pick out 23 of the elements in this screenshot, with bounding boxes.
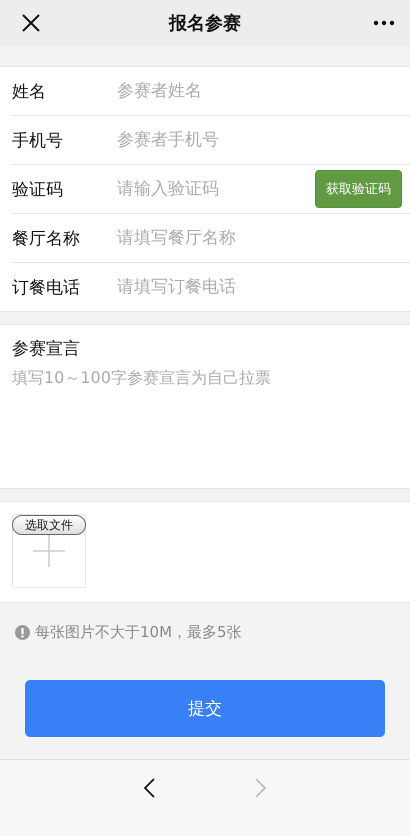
more-icon[interactable] bbox=[373, 20, 395, 26]
field-label: 验证码 bbox=[12, 178, 64, 200]
declaration-label: 参赛宣言 bbox=[12, 338, 81, 360]
field-label: 餐厅名称 bbox=[12, 228, 81, 250]
choose-file-button[interactable]: 选取文件 bbox=[12, 515, 86, 535]
warning-icon bbox=[15, 625, 30, 640]
submit-button[interactable]: 提交 bbox=[25, 680, 385, 737]
upload-tile[interactable]: 选取文件 bbox=[12, 514, 86, 588]
declaration-panel[interactable]: 参赛宣言 填写10～100字参赛宣言为自己拉票 bbox=[0, 324, 410, 489]
field-label: 手机号 bbox=[12, 130, 64, 152]
input-field[interactable]: 请输入验证码 bbox=[117, 179, 315, 199]
declaration-field[interactable]: 填写10～100字参赛宣言为自己拉票 bbox=[12, 368, 398, 476]
close-icon[interactable] bbox=[21, 13, 41, 33]
input-field[interactable]: 请填写订餐电话 bbox=[117, 277, 402, 297]
plus-icon bbox=[33, 535, 65, 567]
field-label: 订餐电话 bbox=[12, 276, 81, 298]
page-title: 报名参赛 bbox=[169, 12, 241, 35]
field-label: 姓名 bbox=[12, 80, 47, 102]
tip-text: 每张图片不大于10M，最多5张 bbox=[35, 623, 242, 642]
input-field[interactable]: 请填写餐厅名称 bbox=[117, 228, 402, 248]
input-field[interactable]: 参赛者手机号 bbox=[117, 130, 402, 150]
input-field[interactable]: 参赛者姓名 bbox=[117, 81, 402, 101]
back-icon[interactable] bbox=[143, 778, 155, 798]
